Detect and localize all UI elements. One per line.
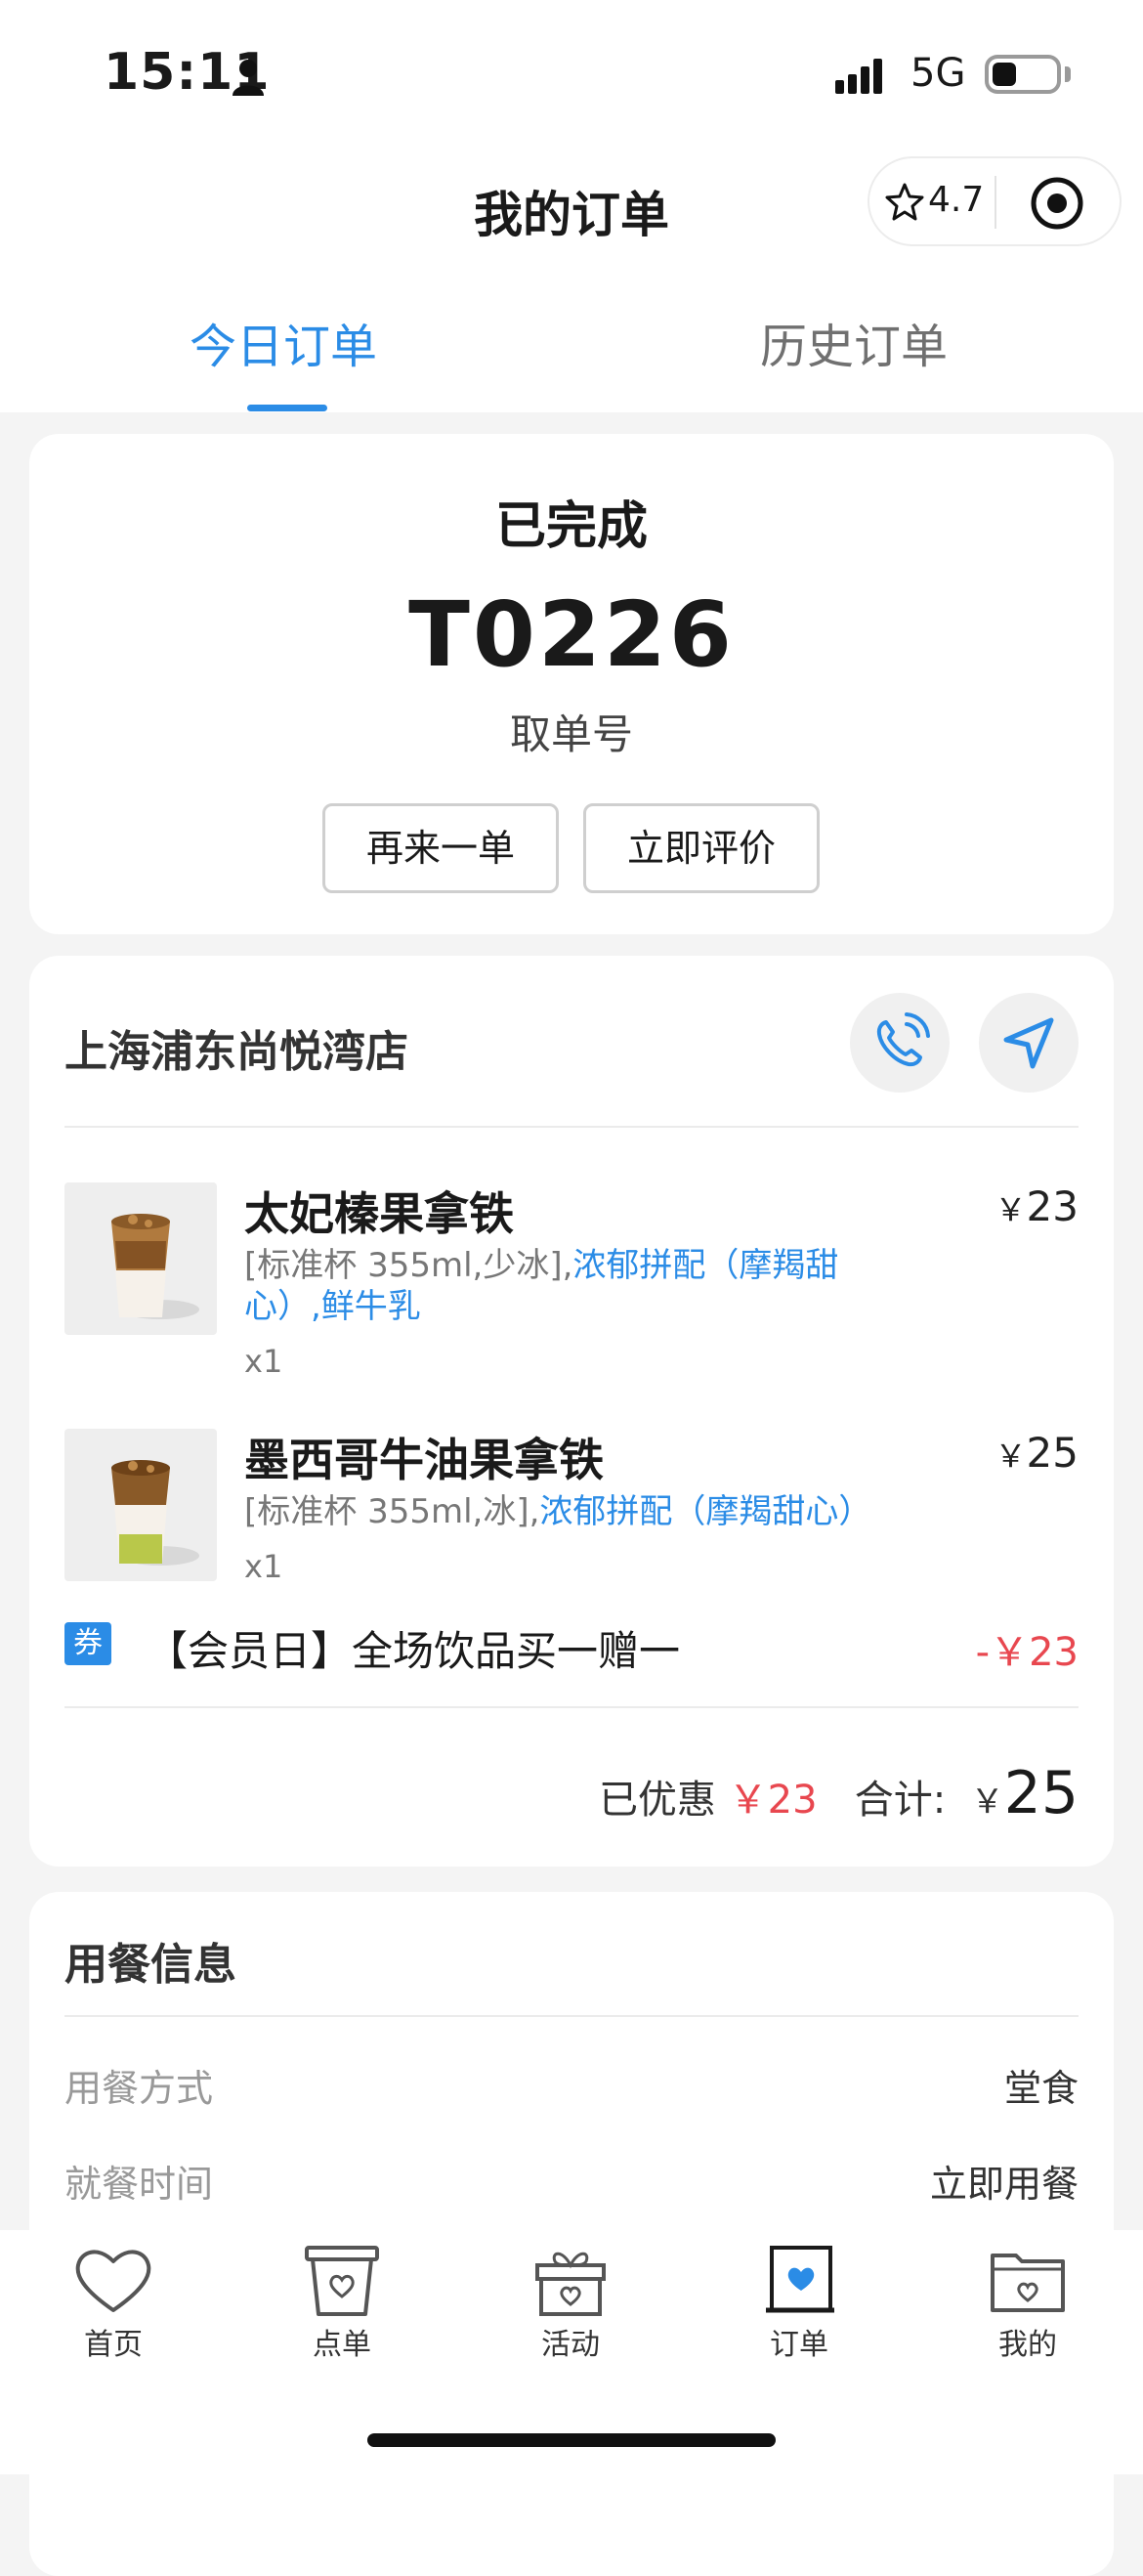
dining-time-label: 就餐时间 bbox=[64, 2163, 214, 2206]
coupon-text: 【会员日】全场饮品买一赠一 bbox=[147, 1627, 681, 1675]
total-amount: 25 bbox=[1003, 1759, 1079, 1827]
item-price: ￥25 bbox=[995, 1429, 1079, 1477]
folder-icon bbox=[991, 2254, 1065, 2312]
item-specs: [标准杯 355ml,冰],浓郁拼配（摩羯甜心） bbox=[244, 1491, 928, 1532]
discount-amount: ￥23 bbox=[728, 1778, 818, 1823]
battery-tip bbox=[1065, 66, 1071, 82]
dining-mode-label: 用餐方式 bbox=[64, 2067, 214, 2110]
item-quantity: x1 bbox=[244, 1343, 283, 1380]
tabbar-label: 点单 bbox=[313, 2328, 371, 2362]
currency-symbol: ￥ bbox=[995, 1438, 1027, 1475]
item-specs-plain: [标准杯 355ml,冰], bbox=[244, 1492, 540, 1531]
tabbar-label: 我的 bbox=[998, 2328, 1057, 2362]
item-price: ￥23 bbox=[995, 1182, 1079, 1230]
tabbar-item-home[interactable]: 首页 bbox=[40, 2244, 187, 2363]
cup-icon bbox=[305, 2246, 379, 2316]
divider bbox=[64, 2015, 1079, 2017]
pickup-label: 取单号 bbox=[509, 710, 633, 758]
total-currency: ￥ bbox=[970, 1782, 1004, 1822]
tabbar-item-orders[interactable]: 订单 bbox=[726, 2244, 872, 2363]
home-indicator bbox=[367, 2433, 776, 2447]
store-name: 上海浦东尚悦湾店 bbox=[64, 1027, 408, 1077]
reorder-button[interactable]: 再来一单 bbox=[322, 803, 559, 893]
item-price-value: 25 bbox=[1026, 1429, 1079, 1477]
tab-today-orders[interactable]: 今日订单 bbox=[190, 308, 377, 376]
currency-symbol: ￥ bbox=[995, 1191, 1027, 1228]
tabbar-item-menu[interactable]: 点单 bbox=[269, 2244, 415, 2363]
divider bbox=[64, 1126, 1079, 1128]
item-quantity: x1 bbox=[244, 1548, 283, 1585]
heart-icon bbox=[75, 2250, 151, 2312]
order-icon bbox=[766, 2246, 834, 2313]
phone-icon bbox=[876, 1012, 930, 1067]
tab-history-orders[interactable]: 历史订单 bbox=[760, 308, 948, 376]
coupon-amount: -￥23 bbox=[975, 1630, 1079, 1675]
item-specs: [标准杯 355ml,少冰],浓郁拼配（摩羯甜心）,鲜牛乳 bbox=[244, 1245, 899, 1327]
active-tab-indicator bbox=[247, 405, 327, 411]
item-specs-plain: [标准杯 355ml,少冰], bbox=[244, 1246, 573, 1285]
close-target-icon[interactable] bbox=[1030, 176, 1084, 231]
rating-value: 4.7 bbox=[928, 180, 985, 220]
navigation-arrow-icon bbox=[1003, 1017, 1054, 1069]
order-detail-card bbox=[29, 956, 1114, 1867]
battery-level bbox=[993, 63, 1016, 86]
tabbar-item-profile[interactable]: 我的 bbox=[954, 2244, 1101, 2363]
star-icon[interactable] bbox=[885, 182, 924, 221]
iced-latte-cup-image bbox=[111, 1214, 199, 1319]
product-image bbox=[64, 1429, 217, 1581]
item-specs-highlight: 浓郁拼配（摩羯甜心） bbox=[539, 1492, 872, 1531]
network-label: 5G bbox=[910, 51, 966, 96]
total-label: 合计: bbox=[854, 1778, 947, 1823]
discount-label: 已优惠 bbox=[598, 1778, 716, 1823]
signal-icon bbox=[835, 59, 882, 94]
call-store-button[interactable] bbox=[850, 993, 950, 1093]
item-name: 墨西哥牛油果拿铁 bbox=[244, 1434, 604, 1486]
coupon-badge: 券 bbox=[64, 1622, 111, 1665]
capsule-divider bbox=[995, 176, 996, 229]
avocado-latte-cup-image bbox=[111, 1460, 199, 1566]
dining-info-title: 用餐信息 bbox=[64, 1940, 236, 1990]
dining-mode-value: 堂食 bbox=[1003, 2067, 1079, 2110]
tabbar-item-activity[interactable]: 活动 bbox=[497, 2244, 644, 2363]
product-image bbox=[64, 1182, 217, 1335]
gift-icon bbox=[535, 2252, 606, 2316]
pickup-code: T0226 bbox=[408, 582, 735, 687]
order-status: 已完成 bbox=[494, 497, 648, 556]
item-name: 太妃榛果拿铁 bbox=[244, 1187, 514, 1240]
tabbar-label: 活动 bbox=[541, 2328, 600, 2362]
dining-time-value: 立即用餐 bbox=[929, 2163, 1079, 2206]
navigate-store-button[interactable] bbox=[979, 993, 1079, 1093]
tabbar-label: 首页 bbox=[84, 2328, 143, 2362]
order-summary: 已优惠 ￥23 合计: ￥25 bbox=[599, 1759, 1079, 1827]
tabbar-label: 订单 bbox=[770, 2328, 828, 2362]
review-button[interactable]: 立即评价 bbox=[583, 803, 820, 893]
divider bbox=[64, 1706, 1079, 1708]
item-price-value: 23 bbox=[1026, 1182, 1079, 1230]
person-icon bbox=[233, 60, 264, 96]
